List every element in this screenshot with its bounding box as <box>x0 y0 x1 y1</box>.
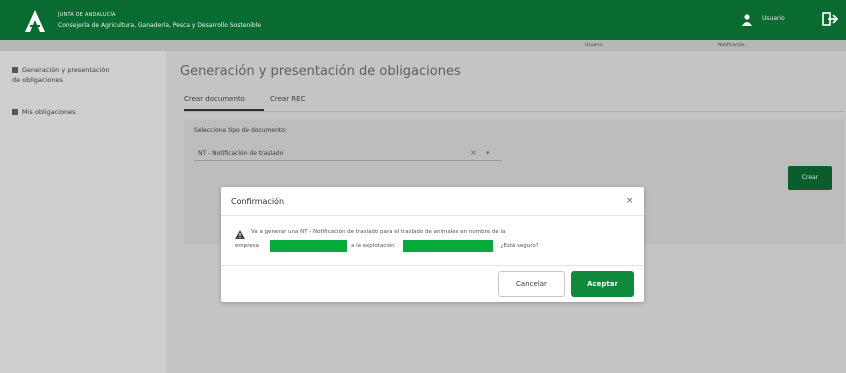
dialog-footer-divider <box>221 265 644 266</box>
tab-crear-rec[interactable]: Crear REC <box>270 95 306 103</box>
user-icon[interactable] <box>742 14 752 26</box>
redacted-farm <box>403 240 493 252</box>
dialog-header-divider <box>221 215 644 216</box>
org-department: Consejería de Agricultura, Ganadería, Pe… <box>58 22 262 29</box>
session-info-bar: Usuario: Notificación: <box>0 40 846 51</box>
tabs-divider <box>184 111 844 112</box>
sidebar: Generación y presentación de obligacione… <box>0 51 166 373</box>
document-type-select[interactable]: NT - Notificación de traslado × ▾ <box>194 145 502 161</box>
sidebar-item-label: Mis obligaciones <box>22 108 76 116</box>
dialog-message-suffix: . ¿Está seguro? <box>497 243 539 249</box>
document-type-label: Seleccione tipo de documento: <box>194 127 287 134</box>
dialog-message-middle: a la explotación <box>351 243 395 249</box>
warning-icon <box>235 230 245 239</box>
dialog-title: Confirmación <box>231 197 285 206</box>
cancel-button[interactable]: Cancelar <box>498 271 565 297</box>
dialog-message-prefix: empresa <box>235 243 259 249</box>
chevron-down-icon[interactable]: ▾ <box>486 149 490 157</box>
user-name[interactable]: Usuario <box>762 15 785 22</box>
menu-icon <box>12 67 18 73</box>
accept-button[interactable]: Aceptar <box>571 271 634 297</box>
session-notification-label: Notificación: <box>718 43 747 48</box>
tab-crear-documento[interactable]: Crear documento <box>184 95 245 103</box>
app-header: JUNTA DE ANDALUCÍA Consejería de Agricul… <box>0 0 846 40</box>
create-button[interactable]: Crear <box>788 166 832 190</box>
dialog-message-line1: Va a generar una NT - Notificación de tr… <box>251 229 506 235</box>
logout-icon[interactable] <box>822 12 838 26</box>
document-type-value: NT - Notificación de traslado <box>198 150 284 157</box>
sidebar-item-label: Generación y presentación <box>22 66 110 74</box>
junta-logo[interactable] <box>24 9 46 33</box>
session-user-label: Usuario: <box>585 43 604 48</box>
document-icon <box>12 109 18 115</box>
close-icon[interactable]: × <box>626 196 634 206</box>
sidebar-item-generacion[interactable]: Generación y presentación de obligacione… <box>12 65 109 85</box>
confirmation-dialog: Confirmación × Va a generar una NT - Not… <box>221 187 644 302</box>
sidebar-item-label-2: de obligaciones <box>12 76 63 84</box>
clear-icon[interactable]: × <box>470 148 477 157</box>
page-title: Generación y presentación de obligacione… <box>180 64 461 79</box>
junta-logo-icon <box>25 10 45 32</box>
org-name: JUNTA DE ANDALUCÍA <box>58 12 116 18</box>
redacted-company <box>270 240 347 252</box>
sidebar-item-mis-obligaciones[interactable]: Mis obligaciones <box>12 107 76 117</box>
